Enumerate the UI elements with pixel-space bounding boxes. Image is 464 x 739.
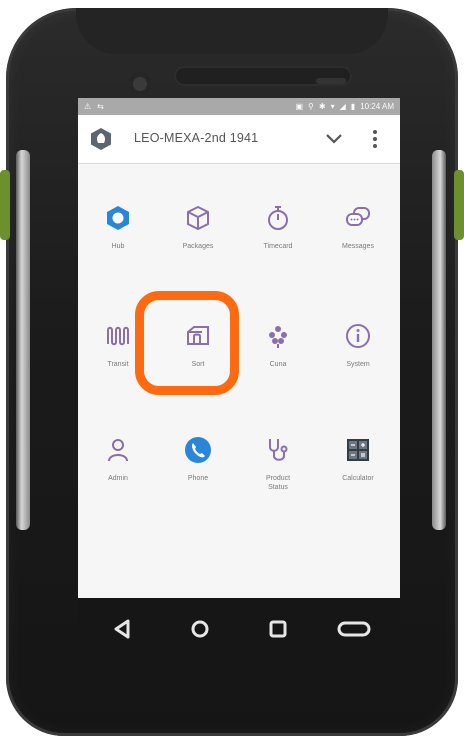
device-screen: ⚠ ⇆ ▣ ⚲ ✱ ▾ ◢ ▮ 10:24 AM LEO-MEXA-2nd 19…: [78, 98, 400, 598]
stethoscope-icon: [269, 439, 288, 461]
app-tile-timecard[interactable]: Timecard: [238, 204, 318, 294]
back-icon[interactable]: [108, 616, 136, 642]
menu-pill-icon[interactable]: [334, 616, 374, 642]
left-scan-trigger: [0, 170, 10, 240]
app-label: Product Status: [265, 475, 291, 491]
app-tile-sort[interactable]: Sort: [158, 322, 238, 412]
app-tile-messages[interactable]: Messages: [318, 204, 398, 294]
phone-icon: [185, 437, 211, 463]
wifi-icon: ▾: [330, 102, 335, 111]
proximity-sensor: [316, 78, 346, 84]
recents-icon[interactable]: [264, 616, 292, 642]
right-scan-trigger: [454, 170, 464, 240]
person-icon: [108, 439, 128, 462]
app-label: Calculator: [342, 475, 374, 482]
left-side-rail: [16, 150, 30, 530]
sync-icon: ⇆: [97, 102, 104, 111]
hexagon-logo-icon: [91, 128, 111, 150]
app-label: Cuna: [269, 361, 287, 368]
app-label: Packages: [182, 243, 214, 250]
home-icon[interactable]: [186, 616, 214, 642]
chevron-down-icon[interactable]: [324, 130, 344, 148]
chat-bubbles-icon: [346, 207, 370, 226]
app-label: Admin: [108, 475, 128, 482]
stopwatch-icon: [268, 206, 288, 230]
warning-icon: ⚠: [84, 102, 92, 111]
app-label: Hub: [111, 243, 125, 250]
app-label: Timecard: [263, 243, 293, 250]
status-bar: ⚠ ⇆ ▣ ⚲ ✱ ▾ ◢ ▮ 10:24 AM: [78, 98, 400, 115]
app-label: Sort: [191, 361, 205, 368]
hub-icon: [107, 206, 129, 230]
calculator-icon: [347, 439, 369, 461]
battery-icon: ▮: [350, 102, 356, 111]
right-side-rail: [432, 150, 446, 530]
sort-box-icon: [187, 326, 209, 345]
nfc-icon: ▣: [295, 102, 304, 111]
app-tile-admin[interactable]: Admin: [78, 436, 158, 526]
package-icon: [187, 205, 209, 231]
app-label: Messages: [342, 243, 374, 250]
app-label: Phone: [187, 475, 209, 482]
bluetooth-icon: ✱: [318, 102, 326, 111]
cluster-icon: [269, 326, 287, 348]
front-camera: [128, 72, 152, 96]
app-bar: LEO-MEXA-2nd 1941: [78, 115, 400, 164]
device-top-bumper: [76, 8, 388, 54]
app-tile-cuna[interactable]: Cuna: [238, 322, 318, 412]
app-tile-product-status[interactable]: Product Status: [238, 436, 318, 526]
app-label: Transit: [107, 361, 129, 368]
signal-icon: ◢: [339, 102, 346, 111]
app-tile-packages[interactable]: Packages: [158, 204, 238, 294]
app-tile-transit[interactable]: Transit: [78, 322, 158, 412]
app-label: System: [346, 361, 370, 368]
app-title: LEO-MEXA-2nd 1941: [134, 131, 259, 145]
app-tile-system[interactable]: System: [318, 322, 398, 412]
app-tile-phone[interactable]: Phone: [158, 436, 238, 526]
transit-icon: [107, 326, 129, 346]
location-icon: ⚲: [308, 102, 314, 111]
info-icon: [346, 324, 370, 348]
app-tile-calculator[interactable]: Calculator: [318, 436, 398, 526]
app-tile-hub[interactable]: Hub: [78, 204, 158, 294]
status-time: 10:24 AM: [360, 102, 394, 111]
navigation-bar: [78, 598, 400, 660]
overflow-menu-icon[interactable]: [372, 128, 378, 150]
app-grid: Hub Packages Timecard Messages Transit S…: [78, 164, 400, 598]
